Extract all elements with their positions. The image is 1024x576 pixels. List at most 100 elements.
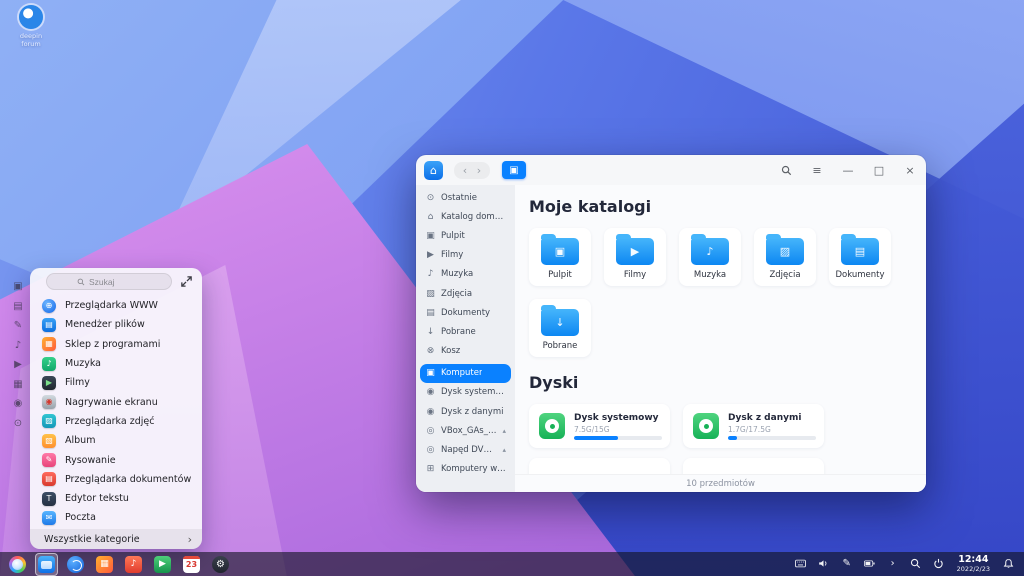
dock-app-store-button[interactable]: ▦ [95,555,114,574]
dock-movies-button[interactable]: ▶ [153,555,172,574]
menu-button[interactable]: ≡ [809,162,825,178]
sidebar-label: Muzyka [441,269,473,279]
movies-icon: ▶ [154,556,171,573]
computer-view-button[interactable]: ▣ [502,161,526,179]
folder-card-muzyka[interactable]: ♪Muzyka [679,228,741,286]
reading-category-icon[interactable]: ◉ [12,397,25,410]
desktop: deepin forum ▣ ▤ ✎ ♪ ▶ ▦ ◉ ⊙ ⊕Przegląd [0,0,1024,576]
dock-control-center-button[interactable]: ⚙ [211,555,230,574]
close-button[interactable]: × [902,162,918,178]
sidebar-label: Dysk z danymi [441,407,503,417]
launcher-icon [9,556,26,573]
sidebar-item-data-disk[interactable]: ◉Dysk z danymi [420,402,511,421]
disk-usage-fill [728,436,737,440]
folder-card-pulpit[interactable]: ▣Pulpit [529,228,591,286]
sidebar-item-home[interactable]: ⌂Katalog domowy [420,207,511,226]
search-icon [77,278,85,286]
maximize-button[interactable]: □ [871,162,887,178]
launcher-item-movies[interactable]: ▶Filmy [30,373,202,392]
sidebar-item-system-disk[interactable]: ◉Dysk systemowy [420,383,511,402]
back-button[interactable]: ‹ [458,164,472,177]
disk-card-system[interactable]: Dysk systemowy 7.5G/15G [529,404,670,448]
dock-music-button[interactable]: ♪ [124,555,143,574]
launcher-item-file-manager[interactable]: ▤Menedżer plików [30,315,202,334]
titlebar[interactable]: ⌂ ‹ › ▣ ≡ — □ × [416,155,926,185]
launcher-item-mail[interactable]: ✉Poczta [30,508,202,527]
dock-file-manager-button[interactable] [37,555,56,574]
graphics-category-icon[interactable]: ✎ [12,319,25,332]
app-label: Poczta [65,512,96,523]
dock-calendar-button[interactable]: 23 [182,555,201,574]
launcher-item-music[interactable]: ♪Muzyka [30,354,202,373]
sidebar-item-desktop[interactable]: ▣Pulpit [420,226,511,245]
launcher-item-text-editor[interactable]: TEdytor tekstu [30,489,202,508]
clock[interactable]: 12:44 2022/2/23 [957,555,990,573]
music-category-icon[interactable]: ♪ [12,339,25,352]
sidebar-label: Komputer [441,368,482,378]
sidebar-item-videos[interactable]: ▶Filmy [420,246,511,265]
keyboard-icon[interactable] [794,557,808,571]
sidebar-item-downloads[interactable]: ↓Pobrane [420,322,511,341]
sidebar-item-documents[interactable]: ▤Dokumenty [420,303,511,322]
launcher-item-screen-recorder[interactable]: ◉Nagrywanie ekranu [30,392,202,411]
trash-icon: ⊗ [425,346,436,356]
sidebar-item-recent[interactable]: ⊙Ostatnie [420,188,511,207]
control-center-icon: ⚙ [212,556,229,573]
sidebar-item-trash[interactable]: ⊗Kosz [420,342,511,361]
launcher-item-image-viewer[interactable]: ▨Przeglądarka zdjęć [30,412,202,431]
launcher-item-browser[interactable]: ⊕Przeglądarka WWW [30,296,202,315]
eject-icon[interactable]: ▴ [502,427,506,435]
recent-icon: ⊙ [425,193,436,203]
computer-icon: ▣ [509,165,518,176]
search-icon [781,165,792,176]
volume-icon[interactable] [817,557,831,571]
folder-card-zdjecia[interactable]: ▨Zdjęcia [754,228,816,286]
notification-bell-icon[interactable] [1001,557,1015,571]
launcher-search-box[interactable] [46,273,172,290]
search-input[interactable] [89,277,141,287]
chevron-right-icon[interactable]: › [886,557,900,571]
documents-category-icon[interactable]: ▤ [12,300,25,313]
launcher-item-document-viewer[interactable]: ▤Przeglądarka dokumentów [30,470,202,489]
disk-usage: 7.5G/15G [574,425,660,434]
expand-launcher-icon[interactable] [180,275,193,288]
sidebar-item-network[interactable]: ⊞Komputery w sieci... [420,460,511,479]
internet-category-icon[interactable]: ▣ [12,280,25,293]
eject-icon[interactable]: ▴ [502,446,506,454]
battery-icon[interactable] [863,557,877,571]
folder-card-pobrane[interactable]: ↓Pobrane [529,299,591,357]
minimize-button[interactable]: — [840,162,856,178]
power-icon[interactable] [932,557,946,571]
launcher-item-album[interactable]: ▧Album [30,431,202,450]
folder-card-filmy[interactable]: ▶Filmy [604,228,666,286]
disk-icon: ◉ [425,387,436,397]
dock-launcher-button[interactable] [8,555,27,574]
home-button[interactable]: ⌂ [424,161,443,180]
pen-icon[interactable]: ✎ [840,557,854,571]
office-category-icon[interactable]: ▦ [12,378,25,391]
forward-button[interactable]: › [472,164,486,177]
all-categories-button[interactable]: Wszystkie kategorie › [30,529,202,549]
dock-browser-button[interactable] [66,555,85,574]
disk-card-data[interactable]: Dysk z danymi 1.7G/17.5G [683,404,824,448]
search-icon[interactable] [909,557,923,571]
sidebar-item-computer[interactable]: ▣Komputer [420,364,511,383]
sidebar-item-dvd-drive[interactable]: ◎Napęd DVD-R...▴ [420,440,511,459]
sidebar-item-pictures[interactable]: ▨Zdjęcia [420,284,511,303]
folder-card-dokumenty[interactable]: ▤Dokumenty [829,228,891,286]
search-button[interactable] [778,162,794,178]
sidebar-label: Pobrane [441,327,476,337]
folder-glyph: ↓ [541,309,579,336]
launcher-item-app-store[interactable]: ▦Sklep z programami [30,335,202,354]
file-manager-sidebar: ⊙Ostatnie ⌂Katalog domowy ▣Pulpit ▶Filmy… [416,185,515,492]
draw-app-icon: ✎ [42,453,56,467]
sidebar-item-music[interactable]: ♪Muzyka [420,265,511,284]
video-category-icon[interactable]: ▶ [12,358,25,371]
launcher-item-draw[interactable]: ✎Rysowanie [30,450,202,469]
system-category-icon[interactable]: ⊙ [12,417,25,430]
disk-usage-bar [728,436,816,440]
album-app-icon: ▧ [42,434,56,448]
dock-apps: ▦ ♪ ▶ 23 ⚙ [0,555,230,574]
sidebar-item-vbox-cd[interactable]: ◎VBox_GAs_6.1...▴ [420,421,511,440]
app-label: Filmy [65,377,90,388]
